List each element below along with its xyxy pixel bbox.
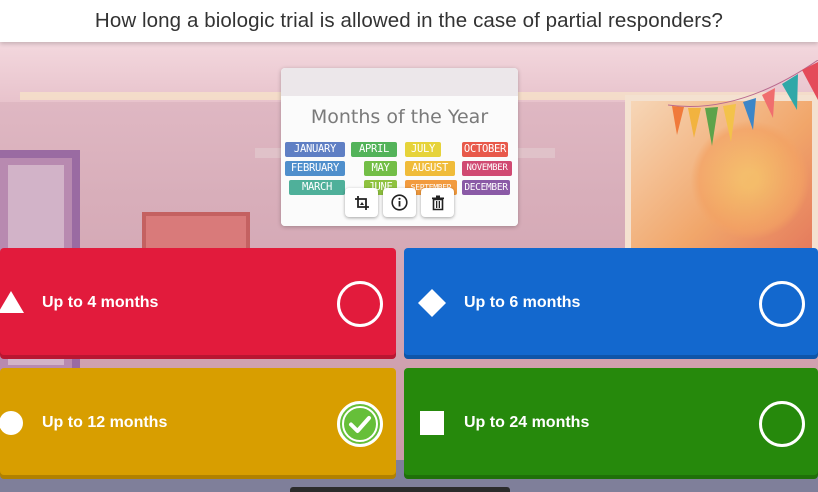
crop-icon xyxy=(354,195,369,210)
month-chip-may: MAY xyxy=(364,161,397,176)
bulletin-board xyxy=(142,212,250,252)
media-title: Months of the Year xyxy=(310,106,489,128)
answer-option-2[interactable]: Up to 6 months xyxy=(404,248,818,359)
month-chip-april: APRIL xyxy=(351,142,397,157)
media-toolbar xyxy=(345,188,456,217)
answer-check-circle[interactable] xyxy=(337,281,383,327)
month-chip-july: JULY xyxy=(405,142,441,157)
diamond-icon xyxy=(418,289,446,317)
month-chip-february: FEBRUARY xyxy=(285,161,345,176)
circle-icon xyxy=(0,411,23,435)
checkmark-icon xyxy=(342,406,378,442)
square-icon xyxy=(420,411,444,435)
answer-check-circle[interactable] xyxy=(759,281,805,327)
answer-option-4[interactable]: Up to 24 months xyxy=(404,368,818,479)
month-chip-august: AUGUST xyxy=(405,161,455,176)
answer-option-3[interactable]: Up to 12 months xyxy=(0,368,396,479)
info-button[interactable] xyxy=(383,188,416,217)
answer-option-1[interactable]: Up to 4 months xyxy=(0,248,396,359)
answer-check-selected[interactable] xyxy=(337,401,383,447)
media-card-header xyxy=(281,68,518,96)
month-chip-december: DECEMBER xyxy=(462,180,510,195)
bottom-handle xyxy=(290,487,510,492)
delete-button[interactable] xyxy=(421,188,454,217)
month-chip-january: JANUARY xyxy=(285,142,345,157)
answer-label: Up to 12 months xyxy=(42,414,168,431)
triangle-icon xyxy=(0,291,24,313)
bunting-decoration xyxy=(668,60,818,146)
trash-icon xyxy=(431,195,444,210)
question-header: How long a biologic trial is allowed in … xyxy=(0,0,818,42)
answer-label: Up to 24 months xyxy=(464,414,590,431)
crop-button[interactable] xyxy=(345,188,378,217)
question-text: How long a biologic trial is allowed in … xyxy=(94,9,724,32)
answer-label: Up to 6 months xyxy=(464,294,581,311)
info-icon xyxy=(391,194,408,211)
month-chip-october: OCTOBER xyxy=(462,142,508,157)
month-chip-november: NOVEMBER xyxy=(462,161,512,176)
answer-check-circle[interactable] xyxy=(759,401,805,447)
answer-label: Up to 4 months xyxy=(42,294,159,311)
month-chip-march: MARCH xyxy=(289,180,345,195)
